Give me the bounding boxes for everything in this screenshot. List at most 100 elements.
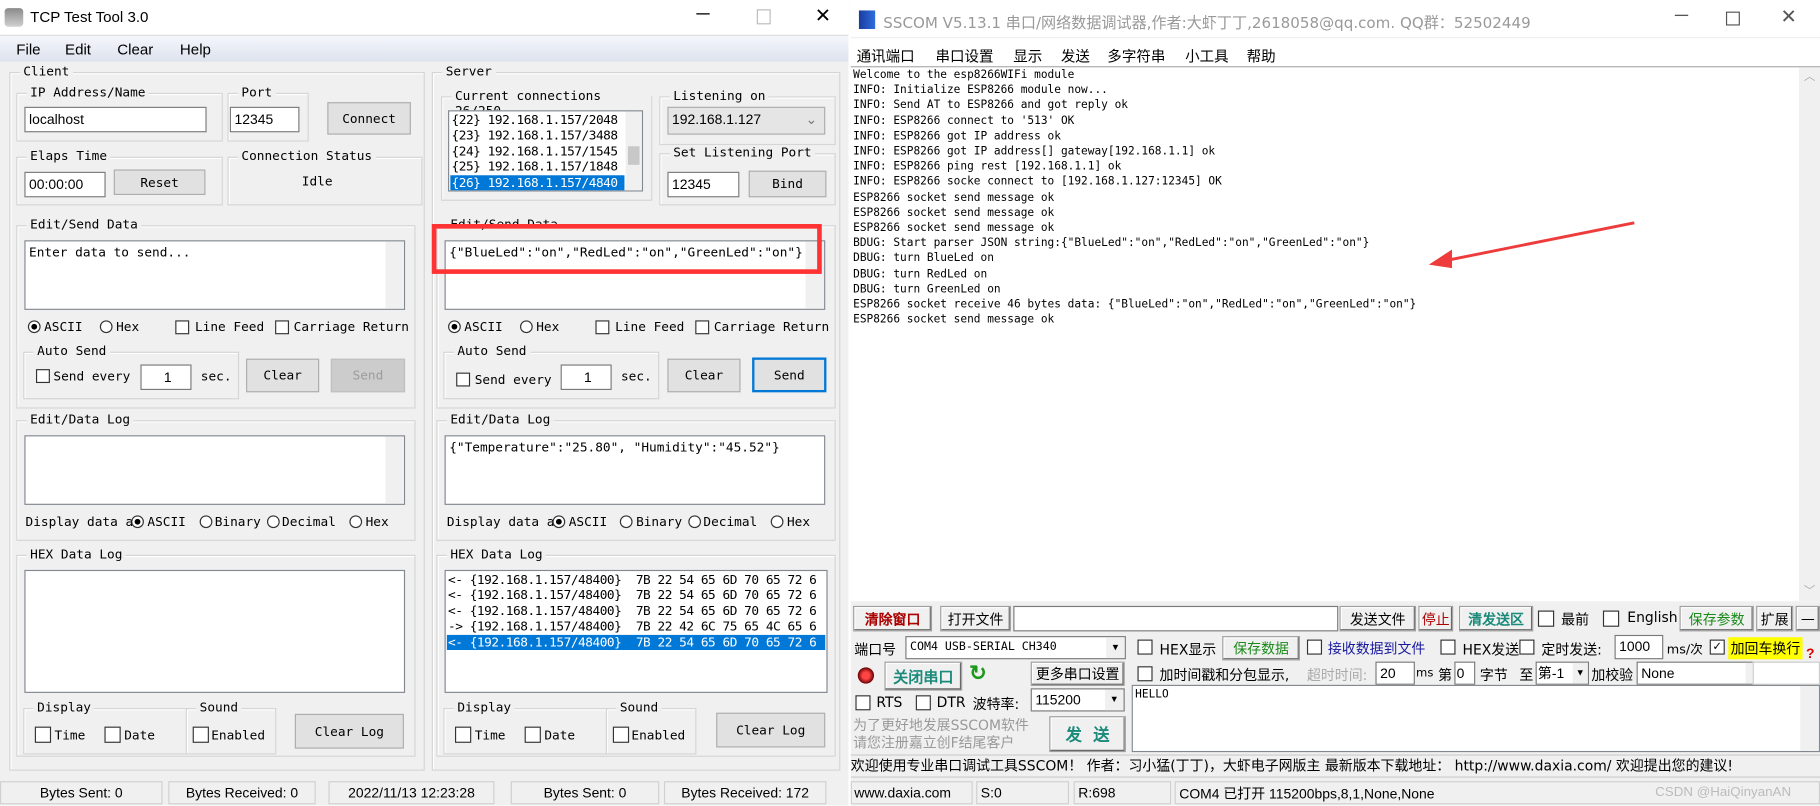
server-display-binary-radio[interactable] [619,515,633,529]
send-textarea[interactable]: HELLO [1131,684,1820,753]
client-display-decimal-radio[interactable] [266,515,280,529]
byte-from-input[interactable]: 0 [1454,661,1476,685]
dtr-checkbox[interactable] [915,695,931,711]
server-ascii-radio[interactable] [448,320,461,334]
add-crlf-checkbox[interactable]: ✓ [1709,639,1725,655]
server-clear-button[interactable]: Clear [667,358,741,393]
menu-comm-port[interactable]: 通讯端口 [857,44,915,66]
more-settings-button[interactable]: 更多串口设置 [1030,661,1125,686]
file-path-input[interactable] [1013,605,1339,632]
server-send-every-checkbox[interactable] [456,372,471,387]
save-params-button[interactable]: 保存参数 [1679,605,1754,632]
server-sound-checkbox[interactable] [612,726,630,743]
client-data-log-textarea[interactable] [24,435,406,505]
client-display-ascii-radio[interactable] [131,515,144,529]
server-send-button[interactable]: Send [752,357,827,393]
bind-button[interactable]: Bind [748,170,827,198]
connection-item[interactable]: {25} 192.168.1.157/1848 [450,159,640,175]
clear-send-button[interactable]: 清发送区 [1458,605,1534,632]
connection-item[interactable]: {23} 192.168.1.157/3488 [450,128,640,144]
help-icon[interactable]: ? [1806,645,1815,661]
close-port-button[interactable]: 关闭串口 [884,661,963,691]
menu-send[interactable]: 发送 [1061,44,1090,66]
checksum-select[interactable]: None▼ [1636,661,1768,685]
hex-log-row[interactable]: -> {192.168.1.157/48400} 7B 22 42 6C 75 … [447,619,825,635]
client-date-checkbox[interactable] [104,726,121,743]
clear-window-button[interactable]: 清除窗口 [853,605,933,632]
topmost-checkbox[interactable] [1537,610,1555,627]
sscom-close-icon[interactable]: ✕ [1781,6,1798,29]
client-hex-radio[interactable] [99,320,113,334]
client-time-checkbox[interactable] [34,726,52,743]
menu-tools[interactable]: 小工具 [1185,44,1229,66]
checksum-result-input[interactable] [1752,661,1820,685]
english-checkbox[interactable] [1602,610,1620,627]
listening-on-select[interactable]: 192.168.1.127 ⌄ [667,106,826,135]
stop-button[interactable]: 停止 [1418,605,1454,632]
timestamp-checkbox[interactable] [1137,666,1153,682]
client-hex-log-list[interactable] [24,569,406,693]
client-sound-checkbox[interactable] [192,726,209,743]
hex-send-checkbox[interactable] [1440,639,1456,655]
server-clear-log-button[interactable]: Clear Log [716,712,826,748]
byte-to-select[interactable]: 第-1 ▼ [1535,661,1589,685]
baud-rate-select[interactable]: 115200 ▼ [1030,688,1125,712]
client-clear-button[interactable]: Clear [246,358,320,393]
server-interval-input[interactable]: 1 [560,364,612,390]
connect-button[interactable]: Connect [327,102,411,135]
server-line-feed-checkbox[interactable] [595,320,610,335]
client-display-binary-radio[interactable] [199,515,213,529]
server-hex-radio[interactable] [519,320,533,334]
server-time-checkbox[interactable] [454,726,472,743]
sscom-minimize-icon[interactable]: ─ [1675,6,1688,27]
menu-display[interactable]: 显示 [1013,44,1042,66]
close-icon[interactable]: ✕ [815,5,832,28]
menu-help[interactable]: Help [180,41,211,58]
menu-serial-settings[interactable]: 串口设置 [936,44,994,66]
connection-item-selected[interactable]: {26} 192.168.1.157/4840 [450,174,625,191]
server-data-log-textarea[interactable]: {"Temperature":"25.80", "Humidity":"45.5… [444,435,826,505]
sscom-maximize-icon[interactable] [1725,11,1740,26]
server-display-hex-radio[interactable] [770,515,784,529]
connection-item[interactable]: {24} 192.168.1.157/1545 [450,144,640,160]
collapse-button[interactable]: — [1795,605,1820,632]
client-interval-input[interactable]: 1 [140,364,192,390]
hex-log-row[interactable]: <- {192.168.1.157/48400} 7B 22 54 65 6D … [447,603,825,619]
client-clear-log-button[interactable]: Clear Log [294,713,404,749]
open-file-button[interactable]: 打开文件 [940,605,1011,632]
save-data-button[interactable]: 保存数据 [1222,636,1300,661]
client-display-hex-radio[interactable] [349,515,363,529]
refresh-icon[interactable]: ↻ [969,662,987,686]
menu-file[interactable]: File [16,41,40,58]
menu-help[interactable]: 帮助 [1247,44,1276,66]
client-line-feed-checkbox[interactable] [175,320,190,335]
listening-port-input[interactable]: 12345 [667,171,740,198]
recv-to-file-checkbox[interactable] [1306,639,1323,655]
reset-button[interactable]: Reset [113,169,206,195]
menu-multi-string[interactable]: 多字符串 [1107,44,1165,66]
connections-list[interactable]: {22} 192.168.1.157/2048 {23} 192.168.1.15… [448,110,644,192]
rts-checkbox[interactable] [855,695,871,711]
receive-log-area[interactable]: ︿ ﹀ Welcome to the esp8266WIFi module INFO:… [850,66,1820,602]
timed-send-checkbox[interactable] [1519,639,1535,655]
port-input[interactable]: 12345 [229,106,300,133]
server-hex-log-list[interactable]: <- {192.168.1.157/48400} 7B 22 54 65 6D … [444,569,828,693]
menu-edit[interactable]: Edit [65,41,91,58]
hex-log-row[interactable]: <- {192.168.1.157/48400} 7B 22 54 65 6D … [447,588,825,604]
connection-item[interactable]: {22} 192.168.1.157/2048 [450,113,640,129]
client-send-button[interactable]: Send [330,358,406,393]
ip-address-input[interactable]: localhost [24,106,207,133]
send-button[interactable]: 发 送 [1049,716,1126,753]
minimize-icon[interactable]: ─ [696,5,709,26]
hex-log-row[interactable]: <- {192.168.1.157/48400} 7B 22 54 65 6D … [447,572,825,588]
send-file-button[interactable]: 发送文件 [1339,605,1417,632]
hex-display-checkbox[interactable] [1137,639,1153,655]
expand-button[interactable]: 扩展 [1756,605,1794,632]
client-ascii-radio[interactable] [27,320,41,334]
timeout-input[interactable]: 20 [1375,661,1415,685]
client-cr-checkbox[interactable] [275,320,290,335]
client-send-textarea[interactable]: Enter data to send... [24,240,406,310]
port-select[interactable]: COM4 USB-SERIAL CH340 ▼ [905,636,1126,660]
server-date-checkbox[interactable] [524,726,541,743]
timed-interval-input[interactable]: 1000 [1614,634,1664,660]
